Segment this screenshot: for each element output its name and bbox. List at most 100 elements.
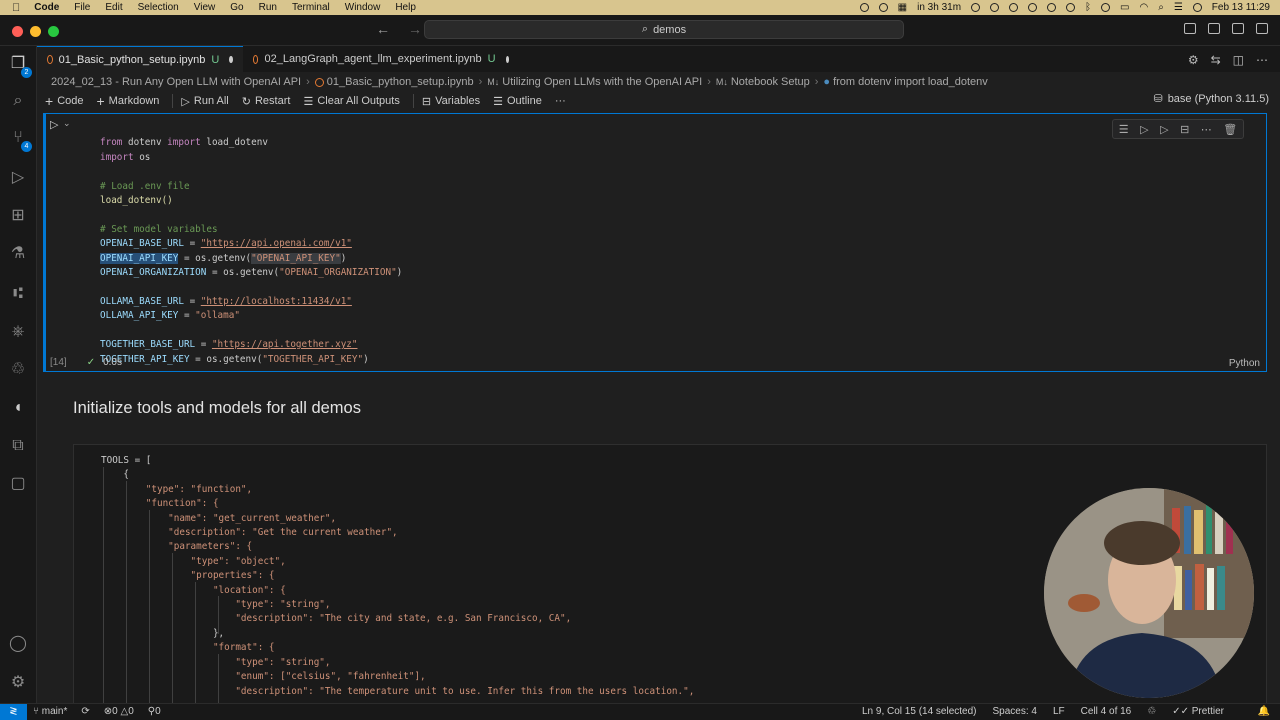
tray-app-icon[interactable]	[859, 3, 869, 12]
code-token[interactable]: "https://api.openai.com/v1"	[201, 238, 352, 249]
breadcrumb-subsection[interactable]: Notebook Setup	[731, 76, 810, 88]
tab-02-langgraph-agent[interactable]: 02_LangGraph_agent_llm_experiment.ipynb …	[243, 46, 519, 72]
notifications-bell-icon[interactable]: 🔔	[1258, 706, 1270, 717]
battery-icon[interactable]: ▭	[1120, 2, 1129, 13]
compare-icon[interactable]: ⇆	[1211, 53, 1221, 67]
menu-terminal[interactable]: Terminal	[292, 2, 330, 13]
code-cell-setup[interactable]: ▷ ⌄ ☰ ▷ ▷ ⊟ ⋯ 🗑 from dotenv import load_…	[43, 113, 1267, 372]
search-icon[interactable]: ⌕	[1158, 2, 1164, 13]
settings-gear-icon[interactable]: ⚙	[8, 673, 28, 693]
more-actions-icon[interactable]: ⋯	[1256, 53, 1268, 67]
code-token[interactable]: "http://localhost:11434/v1"	[201, 296, 352, 307]
account-icon[interactable]: ◯	[8, 634, 28, 654]
jupyter-icon[interactable]: ◖	[8, 398, 28, 418]
indentation[interactable]: Spaces: 4	[993, 706, 1037, 717]
execute-above-icon[interactable]: ▷	[1140, 123, 1148, 136]
more-toolbar-actions[interactable]: ···	[555, 95, 566, 107]
menu-edit[interactable]: Edit	[105, 2, 122, 13]
tray-dot-icon[interactable]	[878, 3, 888, 12]
sync-icon[interactable]: ⟳	[81, 706, 89, 717]
run-cell-icon[interactable]: ▷	[50, 118, 58, 131]
variables-button[interactable]: ⊟ Variables	[422, 95, 480, 108]
close-window-button[interactable]	[12, 26, 23, 37]
code-token[interactable]: "https://api.together.xyz"	[212, 339, 358, 350]
tray-pen-icon[interactable]	[990, 3, 1000, 12]
breadcrumb-section[interactable]: Utilizing Open LLMs with the OpenAI API	[502, 76, 702, 88]
split-cell-icon[interactable]: ⊟	[1180, 123, 1189, 136]
apple-icon[interactable]: 	[12, 2, 20, 14]
testing-icon[interactable]: ⚗	[8, 244, 28, 264]
copilot-status-icon[interactable]: ♲	[1147, 706, 1156, 717]
toggle-panel-icon[interactable]	[1208, 23, 1220, 34]
unsaved-dot-icon[interactable]	[505, 55, 509, 63]
end-of-line[interactable]: LF	[1053, 706, 1065, 717]
tray-timer-icon[interactable]	[971, 3, 981, 12]
tray-rewind-icon[interactable]	[1066, 3, 1076, 12]
menu-app-name[interactable]: Code	[34, 2, 59, 13]
tray-record-icon[interactable]	[1101, 3, 1111, 12]
cell2-source[interactable]: TOOLS = [ { "type": "function", "functio…	[101, 454, 694, 699]
remote-explorer-icon[interactable]: ⎈	[8, 322, 28, 342]
settings-gear-icon[interactable]: ⚙	[1188, 53, 1199, 67]
chat-icon[interactable]: ▢	[8, 474, 28, 494]
search-icon[interactable]: ⌕	[8, 91, 28, 111]
delete-cell-icon[interactable]: 🗑	[1223, 123, 1237, 136]
add-markdown-cell-button[interactable]: + Markdown	[96, 93, 159, 109]
cursor-position[interactable]: Ln 9, Col 15 (14 selected)	[862, 706, 977, 717]
branch-status[interactable]: ⑂ main*	[33, 706, 67, 717]
unsaved-dot-icon[interactable]	[229, 56, 233, 63]
run-by-line-icon[interactable]: ☰	[1119, 123, 1129, 136]
toggle-primary-sidebar-icon[interactable]	[1184, 23, 1196, 34]
tray-play-icon[interactable]	[1028, 3, 1038, 12]
control-center-icon[interactable]: ☰	[1174, 2, 1183, 13]
prettier-status[interactable]: ✓✓ Prettier	[1172, 706, 1224, 717]
cell1-source[interactable]: from dotenv import load_dotenv import os …	[100, 122, 402, 396]
breadcrumb-folder[interactable]: 2024_02_13 - Run Any Open LLM with OpenA…	[51, 76, 301, 88]
remote-indicator-icon[interactable]: ≷	[0, 704, 27, 720]
siri-icon[interactable]	[1192, 3, 1202, 12]
forward-arrow-icon[interactable]: →	[408, 21, 422, 37]
menu-selection[interactable]: Selection	[138, 2, 179, 13]
tray-face-icon[interactable]	[1009, 3, 1019, 12]
run-debug-icon[interactable]: ▷	[8, 168, 28, 188]
run-all-button[interactable]: ▷ Run All	[181, 95, 228, 108]
kernel-picker[interactable]: ⛁ base (Python 3.11.5)	[1153, 92, 1269, 106]
reminder-text[interactable]: in 3h 31m	[917, 2, 961, 13]
menu-go[interactable]: Go	[230, 2, 243, 13]
cell-language-picker[interactable]: Python	[1229, 358, 1260, 369]
calendar-icon[interactable]: ▦	[898, 2, 907, 13]
ports-status[interactable]: ⚲0	[148, 706, 161, 717]
copilot-icon[interactable]: ♲	[8, 360, 28, 380]
more-cell-actions-icon[interactable]: ⋯	[1201, 123, 1212, 136]
split-editor-icon[interactable]: ◫	[1233, 53, 1244, 67]
breadcrumb-symbol[interactable]: from dotenv import load_dotenv	[833, 76, 988, 88]
menu-file[interactable]: File	[74, 2, 90, 13]
clear-all-outputs-button[interactable]: ☰ Clear All Outputs	[303, 95, 399, 108]
menu-view[interactable]: View	[194, 2, 216, 13]
toggle-secondary-sidebar-icon[interactable]	[1232, 23, 1244, 34]
customize-layout-icon[interactable]	[1256, 23, 1268, 34]
zoom-window-button[interactable]	[48, 26, 59, 37]
chevron-down-icon[interactable]: ⌄	[63, 118, 71, 129]
restart-button[interactable]: ↻ Restart	[242, 95, 291, 108]
bluetooth-icon[interactable]: ᛒ	[1085, 2, 1091, 13]
problems-status[interactable]: ⊗0 △0	[104, 706, 134, 717]
tab-01-basic-python-setup[interactable]: 01_Basic_python_setup.ipynb U	[37, 46, 243, 72]
git-graph-icon[interactable]: ⑆	[8, 284, 28, 304]
breadcrumb-file[interactable]: 01_Basic_python_setup.ipynb	[327, 76, 474, 88]
menu-window[interactable]: Window	[345, 2, 381, 13]
back-arrow-icon[interactable]: ←	[376, 21, 390, 37]
outline-button[interactable]: ☰ Outline	[493, 95, 542, 108]
extensions-icon[interactable]: ⊞	[8, 206, 28, 226]
command-center-search[interactable]: ⌕ demos	[424, 20, 904, 39]
containers-icon[interactable]: ⧉	[8, 436, 28, 456]
add-code-cell-button[interactable]: + Code	[45, 93, 83, 109]
tray-stop-icon[interactable]	[1047, 3, 1057, 12]
menu-run[interactable]: Run	[259, 2, 277, 13]
execute-below-icon[interactable]: ▷	[1160, 123, 1168, 136]
wifi-icon[interactable]: ◠	[1139, 2, 1148, 13]
cell-indicator[interactable]: Cell 4 of 16	[1081, 706, 1132, 717]
clock-text[interactable]: Feb 13 11:29	[1212, 2, 1270, 13]
minimize-window-button[interactable]	[30, 26, 41, 37]
menu-help[interactable]: Help	[395, 2, 416, 13]
